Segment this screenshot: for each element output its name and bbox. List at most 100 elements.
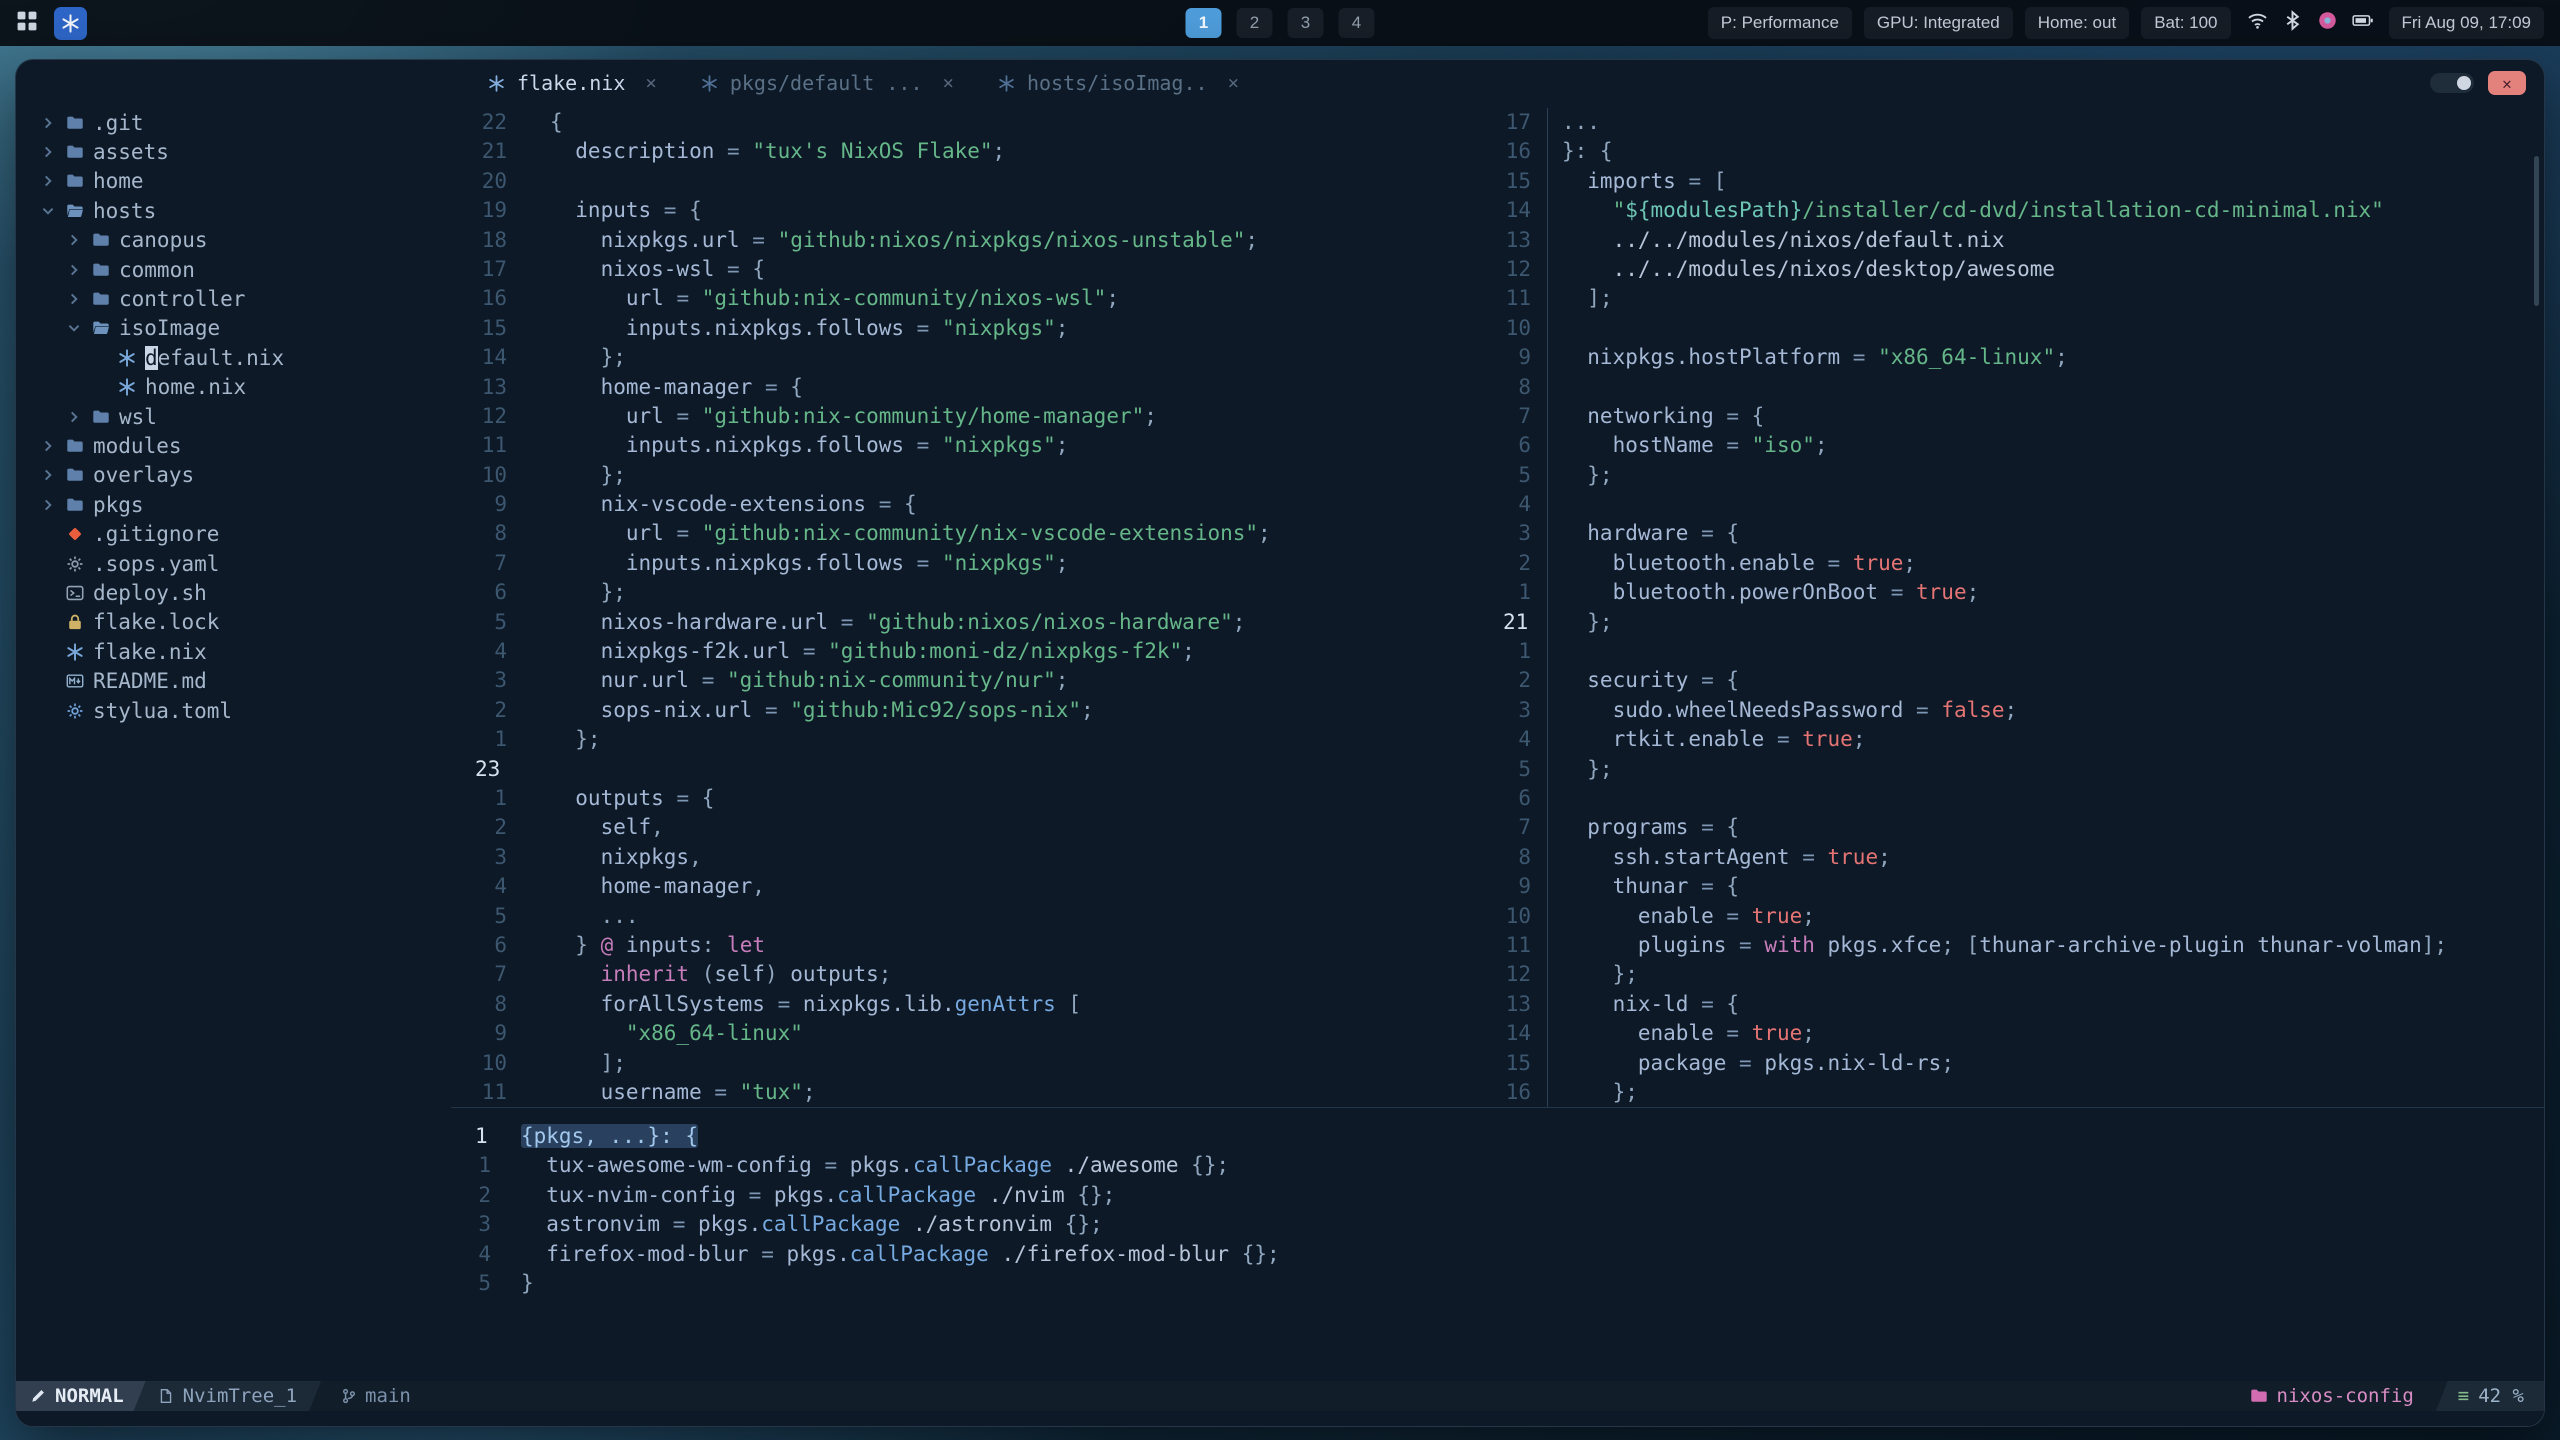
lock-icon [66,613,84,631]
line-number: 4 [1518,492,1531,517]
code-line: 1 tux-awesome-wm-config = pkgs.callPacka… [475,1151,2544,1180]
code-line: 7 programs = { [1503,813,2544,843]
code-text: home-manager = { [550,374,803,399]
code-text: ]; [550,1050,626,1075]
tab-close-icon[interactable]: × [942,72,953,94]
tree-item-flake-nix[interactable]: flake.nix [16,637,451,666]
line-number: 12 [1505,256,1531,281]
tree-item-canopus[interactable]: canopus [16,226,451,255]
code-line: 12 }; [1503,960,2544,990]
tree-item-label: canopus [119,228,208,253]
editor-pane-pkgs-default-nix[interactable]: 1 {pkgs, ...}: {1 tux-awesome-wm-config =… [451,1108,2544,1381]
folder-icon [66,114,84,132]
gear-blue-icon [66,702,84,720]
tree-item-label: .gitignore [93,522,220,547]
line-number: 10 [481,462,507,487]
workspace-button-1[interactable]: 1 [1185,8,1222,38]
buffer-name: NvimTree_1 [132,1381,321,1411]
code-line: 16 }; [1503,1077,2544,1107]
line-number: 17 [1505,110,1531,134]
code-line: 3 sudo.wheelNeedsPassword = false; [1503,695,2544,726]
code-line: 7 inputs.nixpkgs.follows = "nixpkgs"; [475,549,1491,578]
tree-item-label: overlays [93,463,195,488]
command-line[interactable] [16,1411,2544,1426]
code-line: 6 }; [475,578,1491,607]
chev-right-icon [40,467,57,483]
tree-item-git[interactable]: .git [16,108,451,137]
editor-pane-flake-nix[interactable]: 22{21 description = "tux's NixOS Flake";… [451,108,1491,1107]
code-line: 2 self, [475,813,1491,842]
opacity-toggle[interactable] [2430,73,2474,93]
apps-grid-icon[interactable] [16,10,38,37]
tree-item-stylua-toml[interactable]: stylua.toml [16,696,451,725]
tree-item-sops-yaml[interactable]: .sops.yaml [16,549,451,578]
line-number: 10 [1505,903,1531,928]
tree-item-deploy-sh[interactable]: deploy.sh [16,578,451,607]
tree-item-hosts[interactable]: hosts [16,196,451,225]
code-text: hardware = { [1547,519,2544,549]
line-number: 18 [481,227,507,252]
tree-item-label: flake.lock [93,610,220,635]
code-text: thunar = { [1547,872,2544,902]
tree-item-home[interactable]: home [16,167,451,196]
code-line: 13 nix-ld = { [1503,989,2544,1020]
tree-item-default-nix[interactable]: default.nix [16,343,451,372]
code-text: bluetooth.enable = true; [1547,548,2544,579]
tree-item-label: hosts [93,198,157,223]
line-number: 3 [478,1212,491,1237]
tree-item-wsl[interactable]: wsl [16,402,451,431]
scrollbar-thumb[interactable] [2534,156,2539,306]
line-number: 5 [478,1270,491,1295]
line-number: 21 [481,139,507,164]
tab-label: hosts/isoImag.. [1026,71,1208,95]
nix-app-icon[interactable] [54,6,87,40]
tree-item-overlays[interactable]: overlays [16,461,451,490]
project-name: nixos-config [2250,1381,2436,1411]
editor-pane-iso-default-nix[interactable]: 17... 16}: {15 imports = [14 "${modulesPa… [1491,108,2544,1107]
tree-item-pkgs[interactable]: pkgs [16,490,451,519]
workspace-button-4[interactable]: 4 [1338,8,1375,38]
code-text: programs = { [1547,813,2544,843]
line-number: 10 [1505,315,1531,340]
tab-hosts-isoimag[interactable]: hosts/isoImag.. × [976,60,1261,106]
bluetooth-icon[interactable] [2282,10,2303,36]
tab-flake-nix[interactable]: flake.nix × [466,60,679,106]
tab-close-icon[interactable]: × [645,72,656,94]
workspace-button-2[interactable]: 2 [1236,8,1273,38]
line-number: 6 [494,932,507,957]
workspace-button-3[interactable]: 3 [1287,8,1324,38]
folder-icon [66,143,84,161]
line-number: 16 [1505,1079,1531,1104]
code-text: tux-awesome-wm-config = pkgs.callPackage… [521,1153,1230,1178]
tree-item-readme-md[interactable]: README.md [16,666,451,695]
window-controls: ✕ [2430,60,2526,106]
line-number: 9 [1518,874,1531,899]
code-line: 9 nixpkgs.hostPlatform = "x86_64-linux"; [1503,343,2544,373]
tree-item-gitignore[interactable]: .gitignore [16,519,451,548]
tree-item-isoimage[interactable]: isoImage [16,314,451,343]
tree-item-home-nix[interactable]: home.nix [16,373,451,402]
code-line: 9 thunar = { [1503,872,2544,902]
code-line: 3 nixpkgs, [475,843,1491,872]
folder-open-icon [66,202,84,220]
wifi-icon[interactable] [2247,10,2268,36]
battery-icon[interactable] [2351,10,2373,36]
line-number: 15 [1505,1050,1531,1075]
code-text: nixos-wsl = { [550,256,765,281]
code-line: 7 inherit (self) outputs; [475,960,1491,989]
tab-pkgs-default[interactable]: pkgs/default ... × [679,60,976,106]
tree-item-controller[interactable]: controller [16,284,451,313]
lines-icon: ≡ [2457,1385,2470,1407]
line-number: 15 [1505,168,1531,193]
code-line: 11 username = "tux"; [475,1078,1491,1107]
code-text: nixpkgs-f2k.url = "github:moni-dz/nixpkg… [550,639,1195,664]
tree-item-modules[interactable]: modules [16,431,451,460]
tab-close-icon[interactable]: × [1228,72,1239,94]
code-line: 6 hostName = "iso"; [1503,431,2544,461]
theme-dot-icon[interactable] [2317,10,2338,36]
tree-item-flake-lock[interactable]: flake.lock [16,608,451,637]
tree-item-assets[interactable]: assets [16,137,451,166]
tree-item-common[interactable]: common [16,255,451,284]
code-text: }; [550,727,601,752]
window-close-button[interactable]: ✕ [2488,71,2526,95]
